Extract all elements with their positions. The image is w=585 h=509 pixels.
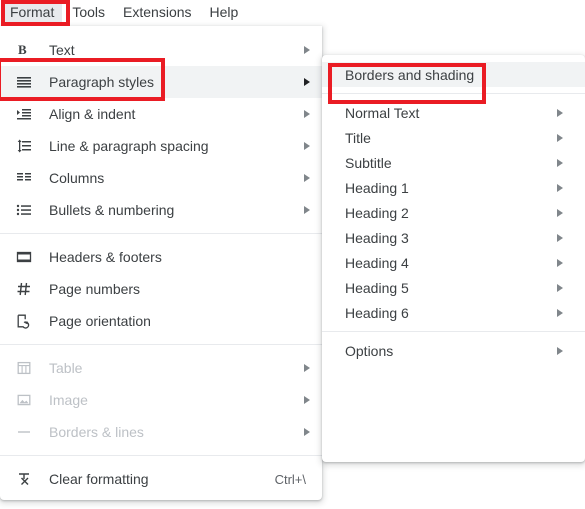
menu-divider bbox=[0, 233, 322, 234]
menu-item-label: Text bbox=[49, 42, 75, 58]
clear-formatting-icon bbox=[14, 469, 34, 489]
menubar-item-extensions[interactable]: Extensions bbox=[115, 1, 199, 24]
submenu-item-label: Heading 5 bbox=[345, 279, 409, 296]
menu-divider bbox=[0, 344, 322, 345]
menu-item-table: Table bbox=[0, 352, 322, 384]
submenu-item-title[interactable]: Title bbox=[322, 125, 585, 150]
submenu-divider bbox=[322, 331, 585, 332]
submenu-item-heading-5[interactable]: Heading 5 bbox=[322, 275, 585, 300]
chevron-right-icon bbox=[557, 308, 563, 317]
menu-item-headers-footers[interactable]: Headers & footers bbox=[0, 241, 322, 273]
menu-bar: Format Tools Extensions Help bbox=[0, 0, 585, 25]
submenu-item-label: Subtitle bbox=[345, 154, 392, 171]
chevron-right-icon bbox=[304, 46, 310, 54]
menu-item-align-indent[interactable]: Align & indent bbox=[0, 98, 322, 130]
page-orientation-icon bbox=[14, 311, 34, 331]
borders-lines-icon bbox=[14, 422, 34, 442]
menu-item-bullets-numbering[interactable]: Bullets & numbering bbox=[0, 194, 322, 226]
chevron-right-icon bbox=[557, 183, 563, 192]
chevron-right-icon bbox=[557, 158, 563, 167]
chevron-right-icon bbox=[557, 208, 563, 217]
submenu-divider bbox=[322, 93, 585, 94]
menu-item-shortcut: Ctrl+\ bbox=[274, 471, 306, 487]
menu-item-label: Page numbers bbox=[49, 281, 141, 297]
menu-item-label: Paragraph styles bbox=[49, 74, 155, 90]
submenu-item-label: Heading 6 bbox=[345, 304, 409, 321]
menu-item-page-numbers[interactable]: Page numbers bbox=[0, 273, 322, 305]
chevron-right-icon bbox=[557, 133, 563, 142]
image-icon bbox=[14, 390, 34, 410]
columns-icon bbox=[14, 168, 34, 188]
chevron-right-icon bbox=[557, 108, 563, 117]
chevron-right-icon bbox=[557, 283, 563, 292]
menu-divider bbox=[0, 455, 322, 456]
menubar-item-tools[interactable]: Tools bbox=[64, 1, 113, 24]
submenu-item-subtitle[interactable]: Subtitle bbox=[322, 150, 585, 175]
chevron-right-icon bbox=[304, 174, 310, 182]
submenu-item-label: Options bbox=[345, 342, 394, 359]
paragraph-styles-submenu-panel: Borders and shading Normal Text Title Su… bbox=[322, 55, 585, 462]
submenu-item-heading-1[interactable]: Heading 1 bbox=[322, 175, 585, 200]
menu-item-label: Headers & footers bbox=[49, 249, 162, 265]
chevron-right-icon bbox=[304, 78, 310, 86]
submenu-item-label: Heading 4 bbox=[345, 254, 409, 271]
chevron-right-icon bbox=[304, 364, 310, 372]
menu-item-label: Clear formatting bbox=[49, 471, 149, 487]
menu-item-label: Borders & lines bbox=[49, 424, 144, 440]
headers-footers-icon bbox=[14, 247, 34, 267]
submenu-item-label: Heading 1 bbox=[345, 179, 409, 196]
submenu-item-label: Title bbox=[345, 129, 371, 146]
menu-item-borders-lines: Borders & lines bbox=[0, 416, 322, 448]
menubar-item-format[interactable]: Format bbox=[2, 1, 63, 24]
menu-item-label: Line & paragraph spacing bbox=[49, 138, 209, 154]
menu-item-label: Bullets & numbering bbox=[49, 202, 175, 218]
menu-item-label: Image bbox=[49, 392, 88, 408]
svg-text:B: B bbox=[18, 43, 27, 57]
submenu-item-normal-text[interactable]: Normal Text bbox=[322, 100, 585, 125]
submenu-item-heading-4[interactable]: Heading 4 bbox=[322, 250, 585, 275]
submenu-item-label: Normal Text bbox=[345, 104, 420, 121]
chevron-right-icon bbox=[557, 233, 563, 242]
submenu-item-heading-3[interactable]: Heading 3 bbox=[322, 225, 585, 250]
submenu-item-heading-2[interactable]: Heading 2 bbox=[322, 200, 585, 225]
menu-item-label: Columns bbox=[49, 170, 105, 186]
chevron-right-icon bbox=[304, 110, 310, 118]
format-menu-panel: B Text Paragraph styles Align & indent L… bbox=[0, 26, 322, 500]
menu-item-label: Page orientation bbox=[49, 313, 151, 329]
page-numbers-icon bbox=[14, 279, 34, 299]
menu-item-clear-formatting[interactable]: Clear formatting Ctrl+\ bbox=[0, 463, 322, 495]
submenu-item-label: Heading 2 bbox=[345, 204, 409, 221]
chevron-right-icon bbox=[304, 206, 310, 214]
menu-item-paragraph-styles[interactable]: Paragraph styles bbox=[0, 66, 322, 98]
menu-item-label: Align & indent bbox=[49, 106, 136, 122]
chevron-right-icon bbox=[304, 396, 310, 404]
paragraph-styles-icon bbox=[14, 72, 34, 92]
chevron-right-icon bbox=[304, 428, 310, 436]
menu-item-label: Table bbox=[49, 360, 83, 376]
menu-item-columns[interactable]: Columns bbox=[0, 162, 322, 194]
submenu-item-label: Heading 3 bbox=[345, 229, 409, 246]
menu-item-image: Image bbox=[0, 384, 322, 416]
submenu-item-borders-and-shading[interactable]: Borders and shading bbox=[322, 62, 585, 87]
chevron-right-icon bbox=[557, 258, 563, 267]
align-indent-icon bbox=[14, 104, 34, 124]
menubar-item-help[interactable]: Help bbox=[202, 1, 247, 24]
menu-item-page-orientation[interactable]: Page orientation bbox=[0, 305, 322, 337]
menu-item-line-paragraph-spacing[interactable]: Line & paragraph spacing bbox=[0, 130, 322, 162]
bullets-numbering-icon bbox=[14, 200, 34, 220]
bold-text-icon: B bbox=[14, 40, 34, 60]
line-spacing-icon bbox=[14, 136, 34, 156]
submenu-item-label: Borders and shading bbox=[345, 66, 475, 83]
menu-item-text[interactable]: B Text bbox=[0, 34, 322, 66]
submenu-item-heading-6[interactable]: Heading 6 bbox=[322, 300, 585, 325]
chevron-right-icon bbox=[304, 142, 310, 150]
table-icon bbox=[14, 358, 34, 378]
chevron-right-icon bbox=[557, 346, 563, 355]
submenu-item-options[interactable]: Options bbox=[322, 338, 585, 363]
